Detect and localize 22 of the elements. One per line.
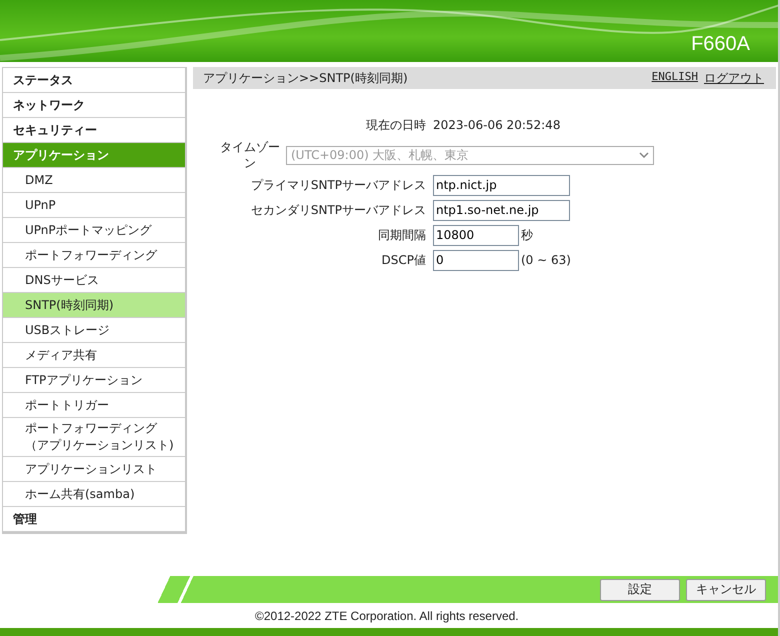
- model-name: F660A: [691, 33, 750, 56]
- sidebar-item[interactable]: SNTP(時刻同期): [3, 293, 185, 318]
- language-link[interactable]: ENGLISH: [652, 70, 698, 86]
- field-label: 現在の日時: [365, 116, 427, 134]
- field-label: プライマリSNTPサーバアドレス: [250, 176, 427, 194]
- field-label: セカンダリSNTPサーバアドレス: [250, 202, 427, 218]
- cancel-button[interactable]: キャンセル: [686, 578, 766, 600]
- date-value: 2023-06-06 20:52:48: [433, 118, 560, 132]
- apply-button[interactable]: 設定: [600, 578, 680, 600]
- input-field[interactable]: 10800: [433, 224, 519, 246]
- input-field[interactable]: 0: [433, 250, 519, 270]
- copyright: ©2012-2022 ZTE Corporation. All rights reserved.: [255, 608, 519, 622]
- unit-label: 秒: [521, 226, 533, 244]
- logout-link[interactable]: ログアウト: [704, 70, 764, 86]
- breadcrumb: アプリケーション>>SNTP(時刻同期): [203, 70, 408, 86]
- input-field[interactable]: ntp.nict.jp: [433, 174, 570, 196]
- unit-label: (0 ~ 63): [521, 253, 571, 267]
- field-label: 同期間隔: [377, 226, 427, 244]
- field-label: タイムゾーン: [219, 139, 281, 171]
- input-field[interactable]: ntp1.so-net.ne.jp: [433, 200, 570, 220]
- chevron-icon: [639, 152, 649, 158]
- field-label: DSCP値: [380, 252, 427, 268]
